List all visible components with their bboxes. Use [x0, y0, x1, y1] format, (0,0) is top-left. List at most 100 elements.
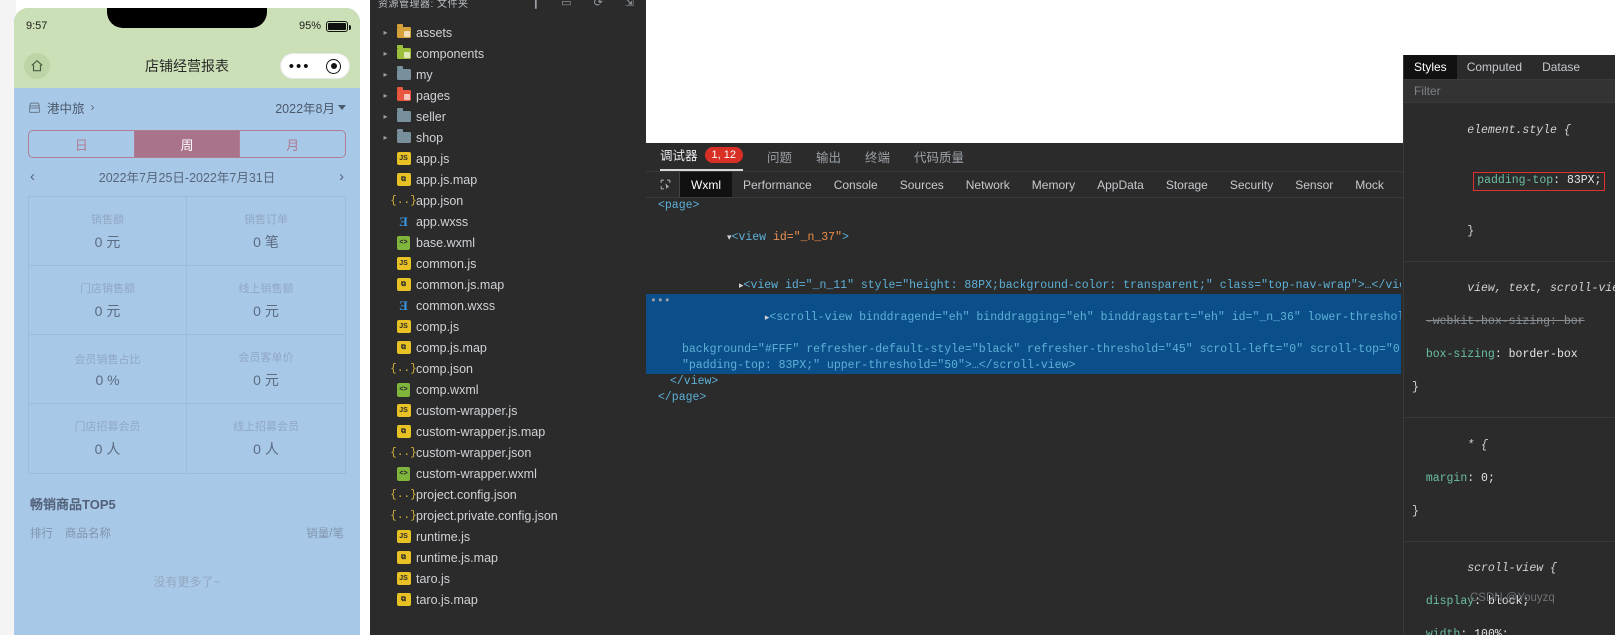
tree-item[interactable]: ⧉ runtime.js.map — [370, 547, 646, 568]
tab-sources[interactable]: Sources — [889, 172, 955, 197]
month-dropdown[interactable]: 2022年8月 — [275, 98, 346, 117]
tab-memory[interactable]: Memory — [1021, 172, 1086, 197]
highlighted-declaration[interactable]: padding-top: 83PX; — [1473, 172, 1606, 191]
twisty-icon[interactable]: ▸ — [380, 70, 391, 79]
new-file-icon[interactable]: ┃ — [533, 0, 540, 9]
tab-performance[interactable]: Performance — [732, 172, 823, 197]
target-ring-icon[interactable] — [326, 58, 342, 74]
tree-item[interactable]: JS taro.js — [370, 568, 646, 589]
dom-selected-line-2: background="#FFF" refresher-default-styl… — [682, 343, 1401, 356]
json-file-icon: {..} — [390, 194, 417, 207]
stat-label: 门店销售额 — [80, 282, 135, 295]
css-rule-element-style[interactable]: element.style { padding-top: 83PX; } — [1404, 103, 1615, 262]
wxml-dom-tree[interactable]: <page> ▾<view id="_n_37"> ▸<view id="_n_… — [646, 198, 1401, 635]
tab-styles[interactable]: Styles — [1404, 55, 1457, 79]
css-rule-scroll-view[interactable]: scroll-view { display: block; width: 100… — [1404, 542, 1615, 635]
twisty-icon[interactable]: ▸ — [380, 112, 391, 121]
refresh-icon[interactable]: ⟳ — [594, 0, 603, 9]
twisty-icon[interactable]: ▸ — [380, 133, 391, 142]
month-value: 2022年8月 — [275, 101, 335, 116]
tree-item[interactable]: Ǝcommon.wxss — [370, 295, 646, 316]
tab-terminal[interactable]: 终端 — [865, 147, 890, 171]
css-rule-universal[interactable]: * { margin: 0; } — [1404, 418, 1615, 542]
tree-item[interactable]: JS runtime.js — [370, 526, 646, 547]
css-selector: scroll-view { — [1467, 562, 1557, 575]
tab-computed[interactable]: Computed — [1457, 55, 1532, 79]
tree-item[interactable]: JS app.js — [370, 148, 646, 169]
period-segmented-control[interactable]: 日 周 月 — [28, 130, 346, 158]
shop-selector[interactable]: 港中旅 › — [28, 98, 95, 117]
segment-day[interactable]: 日 — [29, 131, 135, 157]
tree-item[interactable]: ▸ assets — [370, 22, 646, 43]
tree-item[interactable]: ▸ shop — [370, 127, 646, 148]
tab-appdata[interactable]: AppData — [1086, 172, 1155, 197]
wechat-capsule[interactable]: ••• — [280, 53, 350, 79]
collapse-all-icon[interactable]: ⇲ — [625, 0, 634, 9]
tree-item[interactable]: JS common.js — [370, 253, 646, 274]
wxss-file-icon: Ǝ — [399, 297, 408, 313]
tree-item[interactable]: ⧉ app.js.map — [370, 169, 646, 190]
javascript-file-icon: JS — [396, 319, 411, 334]
tree-item[interactable]: {..} custom-wrapper.json — [370, 442, 646, 463]
tab-mock[interactable]: Mock — [1344, 172, 1395, 197]
tree-item[interactable]: ▸ pages — [370, 85, 646, 106]
tree-item[interactable]: {..} project.config.json — [370, 484, 646, 505]
inspect-element-icon[interactable] — [652, 172, 680, 197]
folder-icon — [396, 24, 411, 40]
dom-line-view-37[interactable]: ▾<view id="_n_37"> — [646, 214, 1401, 262]
tab-output[interactable]: 输出 — [816, 147, 841, 171]
styles-filter-input[interactable]: Filter — [1404, 80, 1615, 103]
tree-item-label: common.wxss — [416, 298, 496, 313]
tab-network[interactable]: Network — [955, 172, 1021, 197]
tree-item[interactable]: {..} app.json — [370, 190, 646, 211]
twisty-icon[interactable]: ▸ — [380, 28, 391, 37]
tree-item[interactable]: ⧉ common.js.map — [370, 274, 646, 295]
tree-item[interactable]: JS custom-wrapper.js — [370, 400, 646, 421]
tree-item-label: base.wxml — [416, 235, 476, 250]
twisty-icon[interactable]: ▸ — [380, 91, 391, 100]
tab-security[interactable]: Security — [1219, 172, 1284, 197]
tree-item[interactable]: ▸ seller — [370, 106, 646, 127]
tab-problems[interactable]: 问题 — [767, 147, 792, 171]
tab-wxml[interactable]: Wxml — [680, 172, 732, 197]
stat-cell: 线上销售额 0 元 — [187, 266, 345, 335]
more-dots-icon[interactable]: ••• — [289, 59, 311, 74]
tree-item[interactable]: <> comp.wxml — [370, 379, 646, 400]
stat-cell: 销售订单 0 笔 — [187, 197, 345, 266]
next-range-button[interactable]: › — [339, 168, 344, 185]
shop-name: 港中旅 — [47, 101, 85, 116]
tab-storage[interactable]: Storage — [1155, 172, 1219, 197]
dom-ellipsis-gutter: ••• — [650, 295, 671, 308]
tab-console[interactable]: Console — [823, 172, 889, 197]
tree-item[interactable]: {..} comp.json — [370, 358, 646, 379]
tree-item[interactable]: {..} project.private.config.json — [370, 505, 646, 526]
tab-code-quality[interactable]: 代码质量 — [914, 147, 964, 171]
css-rule-view-text-scrollview[interactable]: view, text, scroll-view { -webkit-box-si… — [1404, 262, 1615, 418]
prev-range-button[interactable]: ‹ — [30, 168, 35, 185]
tree-item[interactable]: JS comp.js — [370, 316, 646, 337]
tree-item[interactable]: <> custom-wrapper.wxml — [370, 463, 646, 484]
tree-item[interactable]: ▸ my — [370, 64, 646, 85]
segment-week[interactable]: 周 — [134, 131, 241, 157]
css-value-text: 0; — [1481, 471, 1495, 485]
tree-item[interactable]: ▸ components — [370, 43, 646, 64]
twisty-icon[interactable]: ▸ — [380, 49, 391, 58]
dom-selected-scroll-view[interactable]: ••• ▸<scroll-view binddragend="eh" bindd… — [646, 294, 1401, 374]
segment-month[interactable]: 月 — [240, 131, 345, 157]
tab-debugger[interactable]: 调试器 1, 12 — [660, 145, 743, 171]
new-folder-icon[interactable]: ▭ — [561, 0, 571, 9]
issue-count-badge: 1, 12 — [704, 146, 743, 163]
tree-item-label: comp.wxml — [416, 382, 479, 397]
home-icon[interactable] — [24, 53, 50, 79]
file-explorer: 资源管理器: 文件夹 ┃ ▭ ⟳ ⇲ ▸ assets ▸ components ▸ my… — [370, 0, 646, 635]
styles-sidebar-tabs[interactable]: Styles Computed Datase — [1404, 55, 1615, 80]
tree-item[interactable]: <> base.wxml — [370, 232, 646, 253]
tree-item[interactable]: ⧉ taro.js.map — [370, 589, 646, 610]
css-value: : — [1460, 628, 1475, 635]
tab-dataset[interactable]: Datase — [1532, 55, 1590, 79]
file-tree-list[interactable]: ▸ assets ▸ components ▸ my ▸ pages ▸ seller ▸ shop J… — [370, 16, 646, 610]
tab-sensor[interactable]: Sensor — [1284, 172, 1344, 197]
tree-item[interactable]: ⧉ comp.js.map — [370, 337, 646, 358]
tree-item[interactable]: ⧉ custom-wrapper.js.map — [370, 421, 646, 442]
tree-item[interactable]: Ǝapp.wxss — [370, 211, 646, 232]
